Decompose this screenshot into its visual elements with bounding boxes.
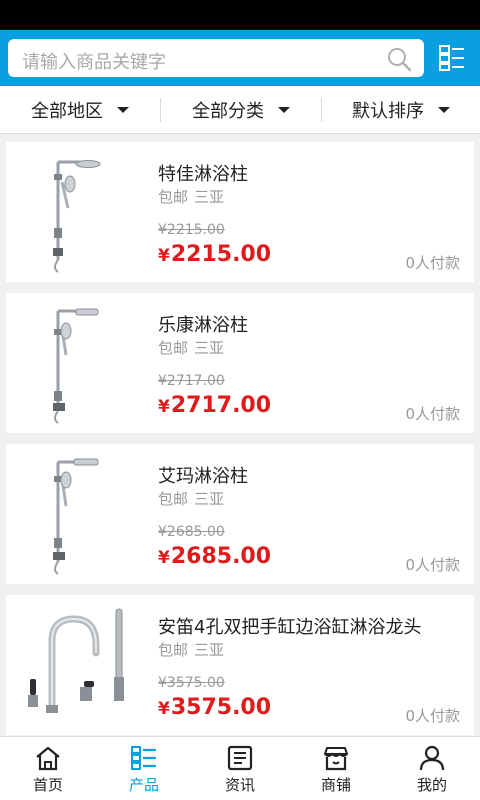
tab-news-label: 资讯 (224, 776, 255, 794)
filter-bar: 全部地区 全部分类 默认排序 (0, 86, 480, 134)
currency-symbol: ¥ (158, 246, 170, 266)
tab-shops-label: 商铺 (320, 776, 351, 794)
product-image (53, 308, 99, 424)
category-menu-icon[interactable] (438, 44, 466, 72)
sold-count: 0人付款 (405, 254, 460, 272)
original-price: ¥2215.00 (158, 222, 225, 238)
search-placeholder: 请输入商品关键字 (22, 52, 166, 73)
tab-mine[interactable]: 我的 (384, 737, 480, 800)
shop-icon (324, 747, 348, 771)
product-image (53, 458, 99, 575)
sold-count: 0人付款 (405, 405, 460, 423)
location-label: 三亚 (194, 490, 225, 508)
price-value: 2685.00 (170, 544, 272, 569)
tab-mine-label: 我的 (416, 776, 447, 794)
product-image (53, 160, 101, 273)
currency-symbol: ¥ (158, 699, 170, 719)
product-meta: 包邮 三亚 (158, 639, 224, 660)
current-price: ¥2215.00 (158, 242, 271, 267)
filter-region-label: 全部地区 (31, 101, 103, 122)
current-price: ¥2685.00 (158, 544, 271, 569)
sold-count: 0人付款 (405, 707, 460, 725)
product-name: 乐康淋浴柱 (158, 315, 248, 336)
product-meta: 包邮 三亚 (158, 488, 224, 509)
search-input[interactable]: 请输入商品关键字 (8, 39, 424, 77)
tab-shops[interactable]: 商铺 (288, 737, 384, 800)
tab-home-label: 首页 (32, 776, 63, 794)
shipping-label: 包邮 (158, 490, 189, 508)
user-icon (419, 745, 445, 771)
chevron-down-icon (117, 107, 129, 113)
original-price: ¥3575.00 (158, 675, 225, 691)
tab-news[interactable]: 资讯 (192, 737, 288, 800)
product-card[interactable]: 特佳淋浴柱 包邮 三亚 ¥2215.00 ¥2215.00 0人付款 (6, 142, 474, 282)
product-card[interactable]: 安笛4孔双把手缸边浴缸淋浴龙头 包邮 三亚 ¥3575.00 ¥3575.00 0… (6, 595, 474, 735)
tab-home[interactable]: 首页 (0, 737, 96, 800)
tab-products-label: 产品 (128, 776, 159, 794)
location-label: 三亚 (194, 188, 225, 206)
chevron-down-icon (438, 107, 450, 113)
current-price: ¥2717.00 (158, 393, 271, 418)
location-label: 三亚 (194, 641, 225, 659)
shipping-label: 包邮 (158, 188, 189, 206)
product-name: 安笛4孔双把手缸边浴缸淋浴龙头 (158, 617, 422, 638)
currency-symbol: ¥ (158, 397, 170, 417)
price-value: 2717.00 (170, 393, 272, 418)
news-icon (227, 745, 253, 771)
product-card[interactable]: 乐康淋浴柱 包邮 三亚 ¥2717.00 ¥2717.00 0人付款 (6, 293, 474, 433)
product-name: 艾玛淋浴柱 (158, 466, 248, 487)
currency-symbol: ¥ (158, 548, 170, 568)
sold-count: 0人付款 (405, 556, 460, 574)
bottom-tab-bar: 首页 产品 资讯 商铺 我的 (0, 736, 480, 800)
search-icon[interactable] (386, 46, 412, 72)
product-list-icon (131, 746, 156, 770)
price-value: 2215.00 (170, 242, 272, 267)
product-meta: 包邮 三亚 (158, 337, 224, 358)
shipping-label: 包邮 (158, 339, 189, 357)
current-price: ¥3575.00 (158, 695, 271, 720)
status-bar (0, 0, 480, 30)
top-bar: 请输入商品关键字 (0, 30, 480, 86)
product-card[interactable]: 艾玛淋浴柱 包邮 三亚 ¥2685.00 ¥2685.00 0人付款 (6, 444, 474, 584)
product-name: 特佳淋浴柱 (158, 164, 248, 185)
home-icon (36, 746, 60, 771)
location-label: 三亚 (194, 339, 225, 357)
original-price: ¥2685.00 (158, 524, 225, 540)
filter-sort[interactable]: 默认排序 (322, 86, 480, 134)
original-price: ¥2717.00 (158, 373, 225, 389)
product-image (28, 608, 124, 713)
product-list: 特佳淋浴柱 包邮 三亚 ¥2215.00 ¥2215.00 0人付款 乐康淋浴柱 … (0, 134, 480, 736)
price-value: 3575.00 (170, 695, 272, 720)
filter-sort-label: 默认排序 (352, 101, 424, 122)
tab-products[interactable]: 产品 (96, 737, 192, 800)
filter-category[interactable]: 全部分类 (161, 86, 321, 134)
filter-category-label: 全部分类 (192, 101, 264, 122)
product-meta: 包邮 三亚 (158, 186, 224, 207)
filter-region[interactable]: 全部地区 (0, 86, 160, 134)
shipping-label: 包邮 (158, 641, 189, 659)
chevron-down-icon (278, 107, 290, 113)
